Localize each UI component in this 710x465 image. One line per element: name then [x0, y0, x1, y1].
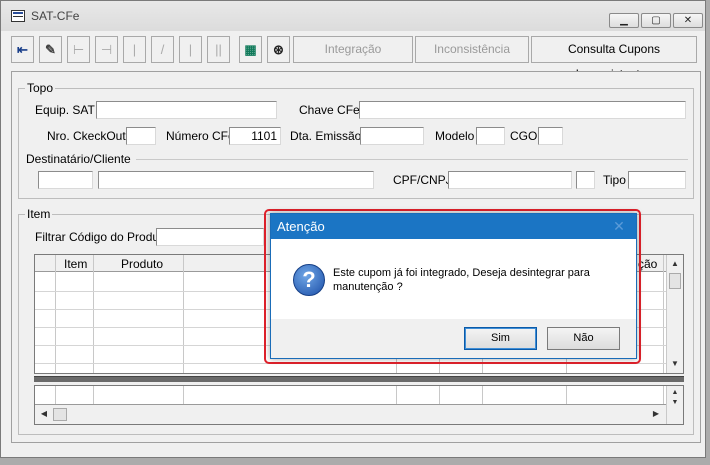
- dialog-title: Atenção: [271, 214, 636, 239]
- nro-checkout-label: Nro. CkeckOut: [47, 129, 126, 143]
- edit-icon[interactable]: /: [151, 36, 174, 63]
- dialog-body: ? Este cupom já foi integrado, Deseja de…: [271, 239, 636, 319]
- item-legend: Item: [27, 207, 51, 221]
- totals-grid[interactable]: ◀ ▶ ▲ ▼: [34, 385, 684, 425]
- horizontal-scrollbar[interactable]: ◀ ▶: [35, 405, 666, 424]
- tipo-field[interactable]: [628, 171, 686, 189]
- sim-button[interactable]: Sim: [464, 327, 537, 350]
- minimize-button[interactable]: ▁: [609, 13, 639, 28]
- cpf-cnpj-field[interactable]: [448, 171, 572, 189]
- exit-icon[interactable]: ⇤: [11, 36, 34, 63]
- eraser-icon[interactable]: ✎: [39, 36, 62, 63]
- dialog-close-icon[interactable]: ✕: [612, 218, 626, 234]
- cliente-name-field[interactable]: [98, 171, 374, 189]
- col-item[interactable]: Item: [64, 257, 87, 271]
- dialog-message: Este cupom já foi integrado, Deseja desi…: [333, 267, 590, 293]
- scroll-thumb[interactable]: [669, 273, 681, 289]
- destinatario-divider: [136, 159, 688, 160]
- spin-down-icon[interactable]: ▼: [668, 396, 682, 410]
- filtrar-codigo-label: Filtrar Código do Produto: [35, 230, 170, 244]
- chave-cfe-label: Chave CFe: [299, 103, 360, 117]
- scroll-right-icon[interactable]: ▶: [649, 407, 663, 421]
- chave-cfe-field[interactable]: [359, 101, 686, 119]
- toolbar: ⇤ ✎ ⊢ ⊣ | / | || ▦ ⊛ Integração Inconsis…: [11, 36, 701, 81]
- scroll-down-icon[interactable]: ▼: [668, 357, 682, 371]
- cpf-cnpj-label: CPF/CNPJ: [393, 173, 452, 187]
- totals-scrollbar[interactable]: ▲ ▼: [666, 386, 683, 424]
- maximize-button[interactable]: ▢: [641, 13, 671, 28]
- modelo-field[interactable]: [476, 127, 505, 145]
- close-button[interactable]: ✕: [673, 13, 703, 28]
- title-bar: SAT-CFe ▁ ▢ ✕: [1, 1, 705, 31]
- numero-cfe-label: Número CFe: [166, 129, 235, 143]
- app-icon: [11, 10, 25, 22]
- confirm-dialog: Atenção ✕ ? Este cupom já foi integrado,…: [270, 213, 637, 359]
- delete-row-icon[interactable]: ⊣: [95, 36, 118, 63]
- grid-icon[interactable]: ▦: [239, 36, 262, 63]
- question-icon: ?: [293, 264, 325, 296]
- scroll-up-icon[interactable]: ▲: [668, 257, 682, 271]
- col-produto[interactable]: Produto: [121, 257, 163, 271]
- grid-vertical-scrollbar[interactable]: ▲ ▼: [666, 255, 683, 373]
- scroll-left-icon[interactable]: ◀: [37, 407, 51, 421]
- nro-checkout-field[interactable]: [126, 127, 156, 145]
- insert-row-icon[interactable]: ⊢: [67, 36, 90, 63]
- cgo-field[interactable]: [538, 127, 563, 145]
- consulta-cupons-button[interactable]: Consulta Cupons Inconsistentes: [531, 36, 697, 81]
- post-icon[interactable]: |: [179, 36, 202, 63]
- dta-emissao-label: Dta. Emissão: [290, 129, 362, 143]
- equip-sat-label: Equip. SAT: [35, 103, 95, 117]
- window-title: SAT-CFe: [31, 9, 80, 23]
- cliente-code-field[interactable]: [38, 171, 93, 189]
- h-scroll-thumb[interactable]: [53, 408, 67, 421]
- nao-button[interactable]: Não: [547, 327, 620, 350]
- binoculars-icon[interactable]: ⊛: [267, 36, 290, 63]
- cpf-cnpj-type-field[interactable]: [576, 171, 595, 189]
- modelo-label: Modelo: [435, 129, 475, 143]
- cgo-label: CGO: [510, 129, 538, 143]
- tipo-label: Tipo: [603, 173, 626, 187]
- filtrar-codigo-field[interactable]: [156, 228, 264, 246]
- first-record-icon[interactable]: |: [123, 36, 146, 63]
- inconsistencia-button[interactable]: Inconsistência: [415, 36, 529, 63]
- cancel-icon[interactable]: ||: [207, 36, 230, 63]
- numero-cfe-field[interactable]: 1101: [229, 127, 281, 145]
- equip-sat-field[interactable]: [96, 101, 277, 119]
- splitter[interactable]: [34, 376, 684, 382]
- integracao-button[interactable]: Integração: [293, 36, 413, 63]
- dta-emissao-field[interactable]: [360, 127, 424, 145]
- topo-legend: Topo: [27, 81, 54, 95]
- destinatario-legend: Destinatário/Cliente: [26, 152, 135, 166]
